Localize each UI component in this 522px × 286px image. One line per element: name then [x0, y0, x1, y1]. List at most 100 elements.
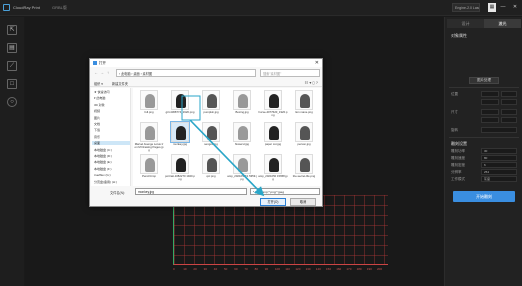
- image-preview-icon: [269, 158, 279, 172]
- nav-item[interactable]: 3D 对象: [94, 103, 105, 107]
- file-name: lion mane.png: [295, 110, 313, 114]
- tab-design[interactable]: 设计: [447, 19, 484, 28]
- height2-field[interactable]: [501, 117, 517, 123]
- pos-x-field[interactable]: [481, 91, 499, 97]
- close-button[interactable]: ✕: [511, 3, 519, 12]
- settings-icon[interactable]: ▦: [488, 3, 496, 12]
- nav-item[interactable]: 本地磁盘 (C:): [94, 148, 112, 152]
- width2-field[interactable]: [481, 117, 499, 123]
- line-icon[interactable]: ⟋: [7, 61, 17, 71]
- file-thumbnail-icon: [171, 154, 189, 174]
- file-type-select[interactable]: *.jpg;*.bmp;*.png;*.jpeg: [250, 188, 320, 195]
- up-arrow-icon[interactable]: ↑: [107, 70, 109, 75]
- tab-laser[interactable]: 激光: [484, 19, 521, 28]
- file-item[interactable]: the-secret-life.png: [289, 154, 319, 178]
- power-field[interactable]: 30: [481, 148, 517, 154]
- cursor-icon[interactable]: ⇱: [7, 25, 17, 35]
- cancel-button[interactable]: 取消: [290, 198, 316, 206]
- file-item[interactable]: Pencil.bmp: [134, 154, 164, 178]
- pos-x2-field[interactable]: [481, 99, 499, 105]
- file-item[interactable]: Boxing.jpg: [227, 90, 257, 114]
- file-thumbnail-icon: [233, 90, 251, 110]
- axis-tick-label: 150: [326, 267, 332, 271]
- nav-item[interactable]: 桌面: [92, 141, 130, 146]
- nav-item[interactable]: ★ 快速访问: [94, 90, 110, 94]
- minimize-button[interactable]: —: [499, 3, 507, 12]
- file-thumbnail-icon: [140, 90, 158, 110]
- filename-label: 文件名(N):: [110, 191, 125, 195]
- right-panel: 设计 激光 对象属性 图片处理 位置 尺寸 旋转 雕刻设置 雕刻功率 30 雕刻…: [444, 17, 522, 286]
- back-arrow-icon[interactable]: ←: [94, 70, 98, 75]
- width-field[interactable]: [481, 109, 499, 115]
- nav-item[interactable]: 图片: [94, 116, 100, 120]
- nav-item[interactable]: ▾ 此电脑: [94, 96, 105, 100]
- param-label: 雕刻功率: [451, 149, 465, 153]
- file-item[interactable]: Marvel Avenge Lotus Iron M Drawing Pages…: [134, 122, 164, 152]
- pos-y-field[interactable]: [501, 91, 517, 97]
- nav-item[interactable]: 分页盘(备用) (H:): [94, 180, 117, 184]
- rotate-field[interactable]: [481, 127, 517, 133]
- firmware-menu[interactable]: GRBL版: [52, 5, 67, 11]
- image-preview-icon: [176, 126, 186, 140]
- nav-item[interactable]: 本地磁盘 (F:): [94, 167, 112, 171]
- nav-item[interactable]: 本地磁盘 (E:): [94, 160, 112, 164]
- nav-item[interactable]: 下载: [94, 128, 100, 132]
- start-engrave-button[interactable]: 开始雕刻: [453, 191, 515, 202]
- file-name: horse-4077620_1920.png: [258, 110, 288, 117]
- file-item[interactable]: flowersl.jpg: [227, 122, 257, 146]
- axis-tick-label: 80: [254, 267, 258, 271]
- nav-item[interactable]: 本地磁盘 (D:): [94, 154, 112, 158]
- file-thumbnail-icon: [264, 122, 282, 142]
- dialog-close-icon[interactable]: ✕: [315, 60, 319, 66]
- resolution-field[interactable]: 254: [481, 169, 517, 175]
- axis-tick-label: 100: [275, 267, 281, 271]
- file-item[interactable]: qcr.png: [196, 154, 226, 178]
- nav-item[interactable]: truefflex (G:): [94, 173, 111, 177]
- file-item[interactable]: portrait-1082270 1920.png: [165, 154, 195, 181]
- file-item[interactable]: paper cut.jpg: [258, 122, 288, 146]
- height-field[interactable]: [501, 109, 517, 115]
- address-bar[interactable]: › 此电脑 › 桌面 › 素材图: [116, 69, 256, 77]
- circle-icon[interactable]: ○: [7, 97, 17, 107]
- mode-select[interactable]: 灰度: [481, 176, 517, 182]
- pos-y2-field[interactable]: [501, 99, 517, 105]
- file-grid[interactable]: full.png girl-4368774_1920.png pumpkin.jpg…: [133, 88, 321, 186]
- file-item[interactable]: amp_2021050 15658.jpg: [258, 154, 288, 181]
- forward-arrow-icon[interactable]: →: [100, 70, 104, 75]
- search-input[interactable]: 搜索"素材图": [260, 69, 320, 77]
- nav-item[interactable]: 音乐: [94, 135, 100, 139]
- dialog-app-icon: [93, 61, 97, 65]
- open-button[interactable]: 打开(O): [260, 198, 286, 206]
- nav-item[interactable]: 文档: [94, 122, 100, 126]
- param-label: 分辨率: [451, 170, 462, 174]
- file-item[interactable]: horse-4077620_1920.png: [258, 90, 288, 117]
- image-icon[interactable]: ▤: [7, 43, 17, 53]
- file-item[interactable]: monkey.jpg: [165, 121, 195, 146]
- speed-field[interactable]: 80: [481, 155, 517, 161]
- file-item[interactable]: pumpkin.jpg: [196, 90, 226, 114]
- file-item[interactable]: girl-4368774_1920.png: [165, 90, 195, 114]
- image-preview-icon: [238, 158, 248, 172]
- file-thumbnail-icon: [295, 154, 313, 174]
- filename-input[interactable]: monkey.jpg: [135, 188, 247, 195]
- file-item[interactable]: full.png: [134, 90, 164, 114]
- file-item[interactable]: amp_202105051 5359.jpg: [227, 154, 257, 181]
- file-item[interactable]: person.jpg: [289, 122, 319, 146]
- axis-tick-label: 120: [295, 267, 301, 271]
- file-item[interactable]: sengox.jpg: [196, 122, 226, 146]
- organize-button[interactable]: 组织 ▾: [94, 81, 103, 86]
- image-process-button[interactable]: 图片处理: [469, 77, 499, 84]
- divider: [449, 137, 519, 138]
- device-select[interactable]: Engine-2.0 Laser: [452, 3, 480, 12]
- rotate-label: 旋转: [451, 128, 458, 132]
- file-name: portrait-1082270 1920.png: [165, 174, 195, 181]
- file-name: flowersl.jpg: [235, 142, 249, 146]
- view-options-icon[interactable]: ☷ ▾ ▯ ?: [305, 80, 318, 85]
- file-item[interactable]: lion mane.png: [289, 90, 319, 114]
- navigation-pane[interactable]: ★ 快速访问 ▾ 此电脑 3D 对象 视频 图片 文档 下载 音乐 桌面 本地磁盘…: [91, 88, 131, 186]
- nav-item[interactable]: 视频: [94, 109, 100, 113]
- rectangle-icon[interactable]: □: [7, 79, 17, 89]
- app-logo-icon: [3, 4, 10, 11]
- density-field[interactable]: 6: [481, 162, 517, 168]
- new-folder-button[interactable]: 新建文件夹: [112, 81, 128, 86]
